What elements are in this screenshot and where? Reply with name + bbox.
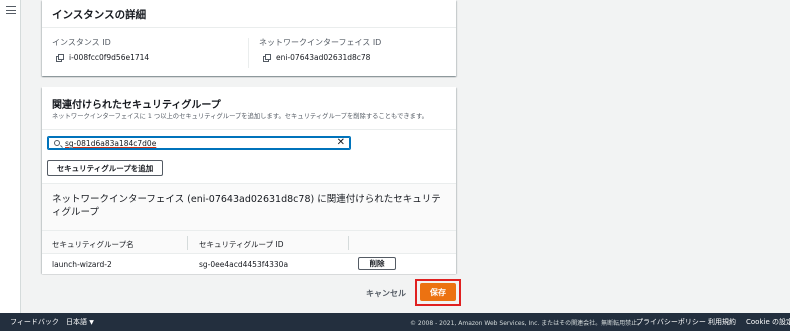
menu-icon[interactable] bbox=[6, 6, 16, 14]
security-groups-description: ネットワークインターフェイスに 1 つ以上のセキュリティグループを追加します。セ… bbox=[52, 113, 428, 120]
instance-id-label: インスタンス ID bbox=[52, 38, 111, 47]
copy-icon[interactable] bbox=[263, 54, 271, 62]
language-selector[interactable]: 日本語 ▼ bbox=[66, 317, 94, 327]
search-value[interactable]: sg-081d6a83a184c7d0e bbox=[65, 139, 156, 148]
associated-groups-panel: ネットワークインターフェイス (eni-07643ad02631d8c78) に… bbox=[42, 183, 456, 274]
privacy-policy-link[interactable]: プライバシーポリシー bbox=[636, 317, 706, 327]
eni-id-label: ネットワークインターフェイス ID bbox=[259, 38, 382, 47]
cookie-settings-link[interactable]: Cookie の設定 bbox=[746, 317, 790, 327]
language-label: 日本語 bbox=[66, 318, 87, 326]
security-group-name: launch-wizard-2 bbox=[52, 260, 112, 269]
instance-id-field: i-008fcc0f9d56e1714 bbox=[56, 53, 149, 62]
security-groups-card: 関連付けられたセキュリティグループ ネットワークインターフェイスに 1 つ以上の… bbox=[42, 87, 456, 274]
card-header: インスタンスの詳細 bbox=[42, 0, 456, 28]
terms-link[interactable]: 利用規約 bbox=[708, 317, 736, 327]
security-group-search-input[interactable]: sg-081d6a83a184c7d0e ✕ bbox=[47, 136, 351, 150]
column-divider bbox=[248, 38, 249, 68]
left-nav-rail bbox=[0, 0, 21, 313]
search-icon bbox=[54, 140, 60, 146]
clear-icon[interactable]: ✕ bbox=[337, 138, 345, 148]
instance-details-title: インスタンスの詳細 bbox=[52, 9, 147, 21]
remove-security-group-button[interactable]: 削除 bbox=[358, 257, 396, 270]
table-row: launch-wizard-2 sg-0ee4acd4453f4330a 削除 bbox=[42, 254, 456, 274]
copyright-text: © 2008 - 2021, Amazon Web Services, Inc.… bbox=[410, 320, 644, 327]
save-button[interactable]: 保存 bbox=[420, 283, 456, 301]
add-security-group-button[interactable]: セキュリティグループを追加 bbox=[47, 160, 163, 176]
feedback-link[interactable]: フィードバック bbox=[10, 317, 59, 327]
caret-down-icon: ▼ bbox=[89, 319, 94, 326]
eni-id-value: eni-07643ad02631d8c78 bbox=[276, 53, 371, 62]
instance-details-card: インスタンスの詳細 インスタンス ID i-008fcc0f9d56e1714 … bbox=[42, 0, 456, 76]
security-groups-title: 関連付けられたセキュリティグループ bbox=[52, 100, 221, 111]
table-header: セキュリティグループ名 セキュリティグループ ID bbox=[42, 230, 456, 254]
footer: フィードバック 日本語 ▼ © 2008 - 2021, Amazon Web … bbox=[0, 313, 790, 331]
column-header-id: セキュリティグループ ID bbox=[199, 240, 284, 249]
associated-groups-title: ネットワークインターフェイス (eni-07643ad02631d8c78) に… bbox=[52, 194, 441, 218]
copy-icon[interactable] bbox=[56, 54, 64, 62]
security-group-id: sg-0ee4acd4453f4330a bbox=[199, 260, 289, 269]
column-header-name: セキュリティグループ名 bbox=[52, 240, 134, 249]
column-divider bbox=[348, 236, 349, 250]
column-divider bbox=[187, 236, 188, 250]
cancel-button[interactable]: キャンセル bbox=[366, 288, 406, 299]
eni-id-field: eni-07643ad02631d8c78 bbox=[263, 53, 370, 62]
divider bbox=[42, 129, 456, 130]
instance-id-value: i-008fcc0f9d56e1714 bbox=[69, 53, 150, 62]
